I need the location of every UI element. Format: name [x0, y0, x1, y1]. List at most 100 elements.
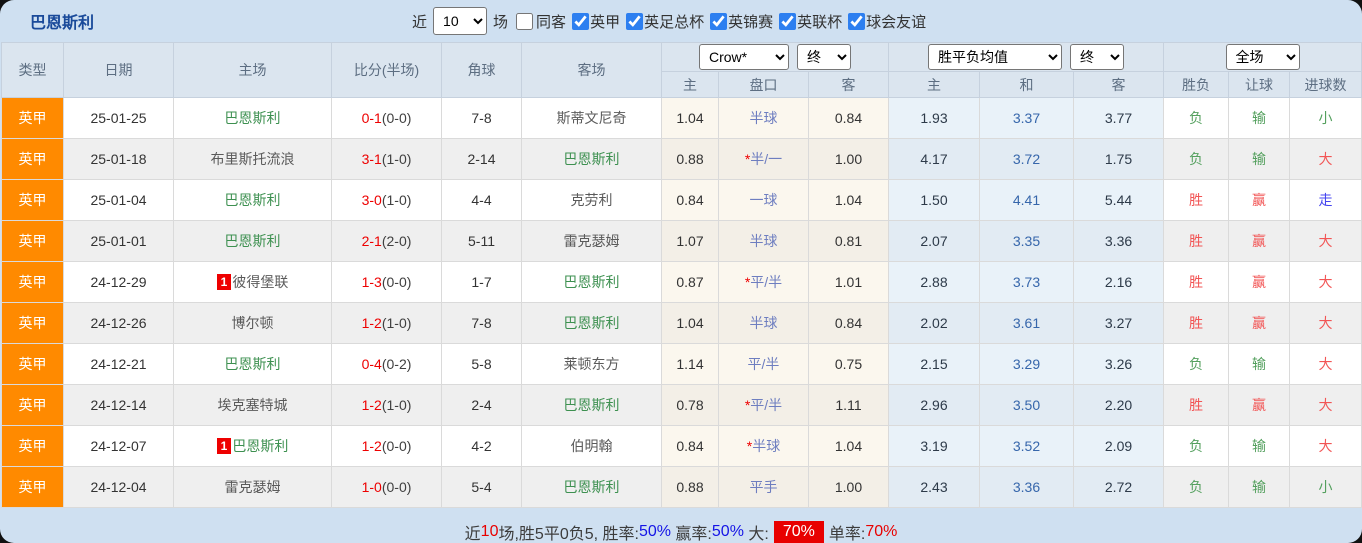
odds-away: 3.27	[1074, 303, 1164, 344]
odds-time-select[interactable]: 终	[1070, 44, 1124, 70]
odds-home: 1.93	[889, 98, 980, 139]
league-label: 球会友谊	[866, 11, 926, 32]
handicap-line: *平/半	[719, 262, 809, 303]
team-name: 克劳利	[571, 192, 613, 208]
score-cell: 1-2(1-0)	[332, 385, 442, 426]
ah-away-odds: 0.84	[809, 303, 889, 344]
ah-away-odds: 1.11	[809, 385, 889, 426]
odds-home: 4.17	[889, 139, 980, 180]
league-checkbox[interactable]	[710, 13, 727, 30]
league-badge: 英甲	[2, 303, 64, 344]
result-header: 全场	[1164, 43, 1362, 72]
corners-cell: 2-4	[442, 385, 522, 426]
footer-stat: 10	[481, 523, 499, 541]
score-cell: 1-3(0-0)	[332, 262, 442, 303]
date-cell: 25-01-04	[64, 180, 174, 221]
ah-home-odds: 0.88	[662, 139, 719, 180]
col-header-away: 客场	[522, 43, 662, 98]
league-label: 英甲	[590, 11, 620, 32]
team-name: 雷克瑟姆	[225, 479, 281, 495]
recent-count-select[interactable]: 10	[433, 7, 487, 35]
ah-away-odds: 0.84	[809, 98, 889, 139]
corners-cell: 7-8	[442, 303, 522, 344]
league-checkbox[interactable]	[779, 13, 796, 30]
away-team-cell: 克劳利	[522, 180, 662, 221]
scope-select[interactable]: 全场	[1226, 44, 1300, 70]
score-cell: 3-0(1-0)	[332, 180, 442, 221]
league-badge: 英甲	[2, 385, 64, 426]
match-row: 英甲 24-12-26 博尔顿 1-2(1-0) 7-8 巴恩斯利 1.04 半…	[2, 303, 1362, 344]
team-recent-matches-panel: 巴恩斯利 近 10 场 同客 英甲英足总杯英锦赛英联杯球会友谊 类型 日期 主场…	[0, 0, 1362, 543]
away-team-cell: 斯蒂文尼奇	[522, 98, 662, 139]
ah-time-select[interactable]: 终	[797, 44, 851, 70]
wdl-result: 胜	[1164, 303, 1229, 344]
odds-draw: 3.73	[980, 262, 1074, 303]
league-checkbox[interactable]	[626, 13, 643, 30]
odds-draw: 3.52	[980, 426, 1074, 467]
team-name: 巴恩斯利	[564, 274, 620, 290]
date-cell: 24-12-29	[64, 262, 174, 303]
team-name: 巴恩斯利	[225, 110, 281, 126]
footer-stat: 50%	[712, 523, 744, 541]
corners-cell: 7-8	[442, 98, 522, 139]
match-row: 英甲 24-12-14 埃克塞特城 1-2(1-0) 2-4 巴恩斯利 0.78…	[2, 385, 1362, 426]
ah-home-odds: 1.14	[662, 344, 719, 385]
odds-draw: 3.36	[980, 467, 1074, 508]
footer-stat: 70%	[774, 521, 824, 543]
ah-away-odds: 1.04	[809, 180, 889, 221]
same-venue-checkbox[interactable]	[516, 13, 533, 30]
away-team-cell: 巴恩斯利	[522, 385, 662, 426]
away-team-cell: 巴恩斯利	[522, 467, 662, 508]
score-cell: 0-4(0-2)	[332, 344, 442, 385]
date-cell: 24-12-26	[64, 303, 174, 344]
date-cell: 25-01-18	[64, 139, 174, 180]
odds-source-select[interactable]: 胜平负均值	[928, 44, 1062, 70]
ah-home-odds: 0.84	[662, 180, 719, 221]
match-row: 英甲 25-01-18 布里斯托流浪 3-1(1-0) 2-14 巴恩斯利 0.…	[2, 139, 1362, 180]
score-cell: 1-2(0-0)	[332, 426, 442, 467]
score-cell: 1-2(1-0)	[332, 303, 442, 344]
score-cell: 1-0(0-0)	[332, 467, 442, 508]
team-name: 斯蒂文尼奇	[557, 110, 627, 126]
corners-cell: 5-4	[442, 467, 522, 508]
match-row: 英甲 24-12-07 1巴恩斯利 1-2(0-0) 4-2 伯明翰 0.84 …	[2, 426, 1362, 467]
score-cell: 2-1(2-0)	[332, 221, 442, 262]
handicap-line: *平/半	[719, 385, 809, 426]
handicap-result: 输	[1229, 426, 1290, 467]
summary-footer: 近10场,胜5平0负5, 胜率:50% 赢率:50% 大:70%单率:70%	[0, 508, 1362, 543]
league-badge: 英甲	[2, 344, 64, 385]
goals-result: 大	[1290, 221, 1362, 262]
footer-stat: 70%	[865, 523, 897, 541]
goals-result: 小	[1290, 98, 1362, 139]
odds-draw: 3.37	[980, 98, 1074, 139]
league-badge: 英甲	[2, 180, 64, 221]
league-checkbox[interactable]	[572, 13, 589, 30]
footer-stat: 赢率:	[671, 520, 712, 543]
sub-col-header: 进球数	[1290, 72, 1362, 98]
col-header-score: 比分(半场)	[332, 43, 442, 98]
col-header-type: 类型	[2, 43, 64, 98]
ah-away-odds: 1.01	[809, 262, 889, 303]
sub-col-header: 和	[980, 72, 1074, 98]
sub-col-header: 客	[809, 72, 889, 98]
footer-stat: 场,胜5平0负5, 胜率:	[498, 520, 638, 543]
away-team-cell: 雷克瑟姆	[522, 221, 662, 262]
footer-stat: 50%	[639, 523, 671, 541]
league-filter: 英锦赛	[704, 11, 773, 32]
handicap-result: 输	[1229, 467, 1290, 508]
match-row: 英甲 25-01-01 巴恩斯利 2-1(2-0) 5-11 雷克瑟姆 1.07…	[2, 221, 1362, 262]
ah-source-select[interactable]: Crow*	[699, 44, 789, 70]
goals-result: 大	[1290, 262, 1362, 303]
same-venue-filter: 同客	[508, 11, 566, 32]
ah-away-odds: 0.81	[809, 221, 889, 262]
goals-result: 大	[1290, 139, 1362, 180]
corners-cell: 4-2	[442, 426, 522, 467]
team-name: 巴恩斯利	[564, 479, 620, 495]
sub-col-header: 主	[662, 72, 719, 98]
league-badge: 英甲	[2, 426, 64, 467]
league-checkbox[interactable]	[848, 13, 865, 30]
ah-home-odds: 0.88	[662, 467, 719, 508]
odds-away: 2.09	[1074, 426, 1164, 467]
team-name: 巴恩斯利	[225, 356, 281, 372]
team-name: 雷克瑟姆	[564, 233, 620, 249]
